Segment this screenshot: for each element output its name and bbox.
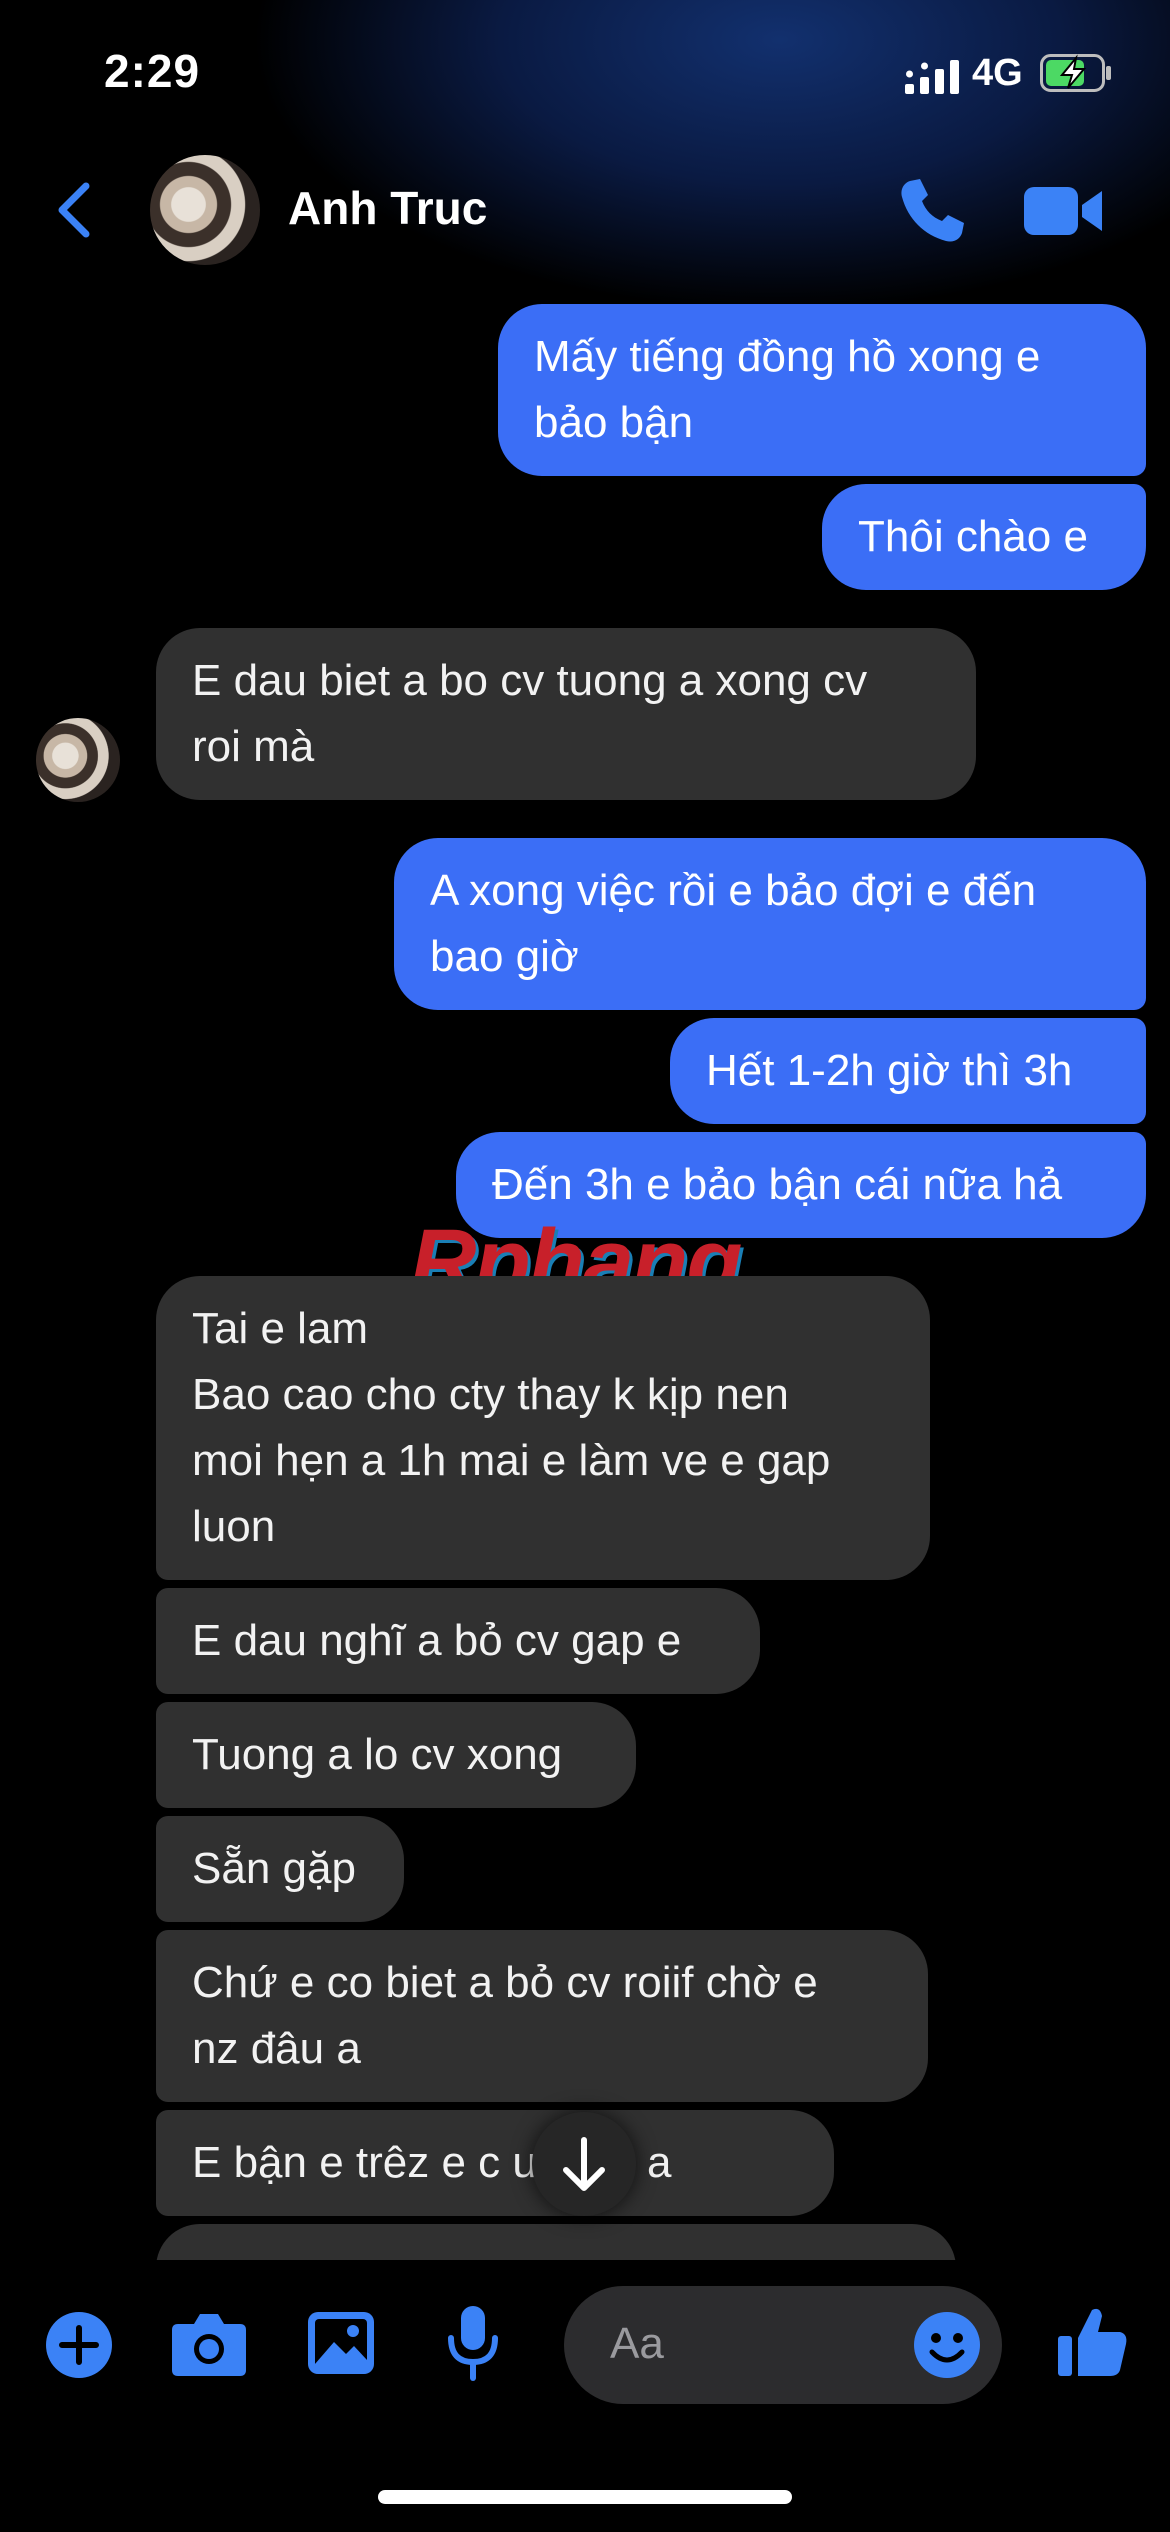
- back-arrow-icon[interactable]: [50, 180, 100, 240]
- message-input-placeholder: Aa: [610, 2319, 664, 2368]
- home-indicator: [378, 2490, 792, 2504]
- status-bar: 2:29 4G: [0, 0, 1170, 140]
- message-bubble-incoming[interactable]: Tai e lam Bao cao cho cty thay k kịp nen…: [156, 1276, 930, 1580]
- battery-charging-icon: [1040, 54, 1111, 92]
- message-bubble-outgoing[interactable]: Hết 1-2h giờ thì 3h: [670, 1018, 1146, 1124]
- scroll-to-bottom-button[interactable]: [532, 2112, 636, 2216]
- message-bubble-outgoing[interactable]: Thôi chào e: [822, 484, 1146, 590]
- sender-avatar[interactable]: [36, 718, 120, 802]
- message-bubble-incoming[interactable]: E dau biet a bo cv tuong a xong cv roi m…: [156, 628, 976, 800]
- arrow-down-icon: [563, 2137, 605, 2191]
- plus-icon[interactable]: [44, 2310, 114, 2380]
- camera-icon[interactable]: [170, 2308, 248, 2378]
- message-bubble-outgoing[interactable]: A xong việc rồi e bảo đợi e đến bao giờ: [394, 838, 1146, 1010]
- message-bubble-incoming[interactable]: Sẵn gặp: [156, 1816, 404, 1922]
- message-bubble-incoming[interactable]: E dau nghĩ a bỏ cv gap e: [156, 1588, 760, 1694]
- emoji-icon[interactable]: [912, 2310, 982, 2380]
- status-time: 2:29: [104, 45, 201, 97]
- thumbs-up-icon[interactable]: [1056, 2304, 1128, 2380]
- message-input[interactable]: Aa: [564, 2286, 1002, 2404]
- message-bubble-outgoing[interactable]: Mấy tiếng đồng hồ xong e bảo bận: [498, 304, 1146, 476]
- phone-call-icon[interactable]: [896, 175, 968, 247]
- microphone-icon[interactable]: [446, 2304, 500, 2382]
- message-bubble-incoming[interactable]: Chứ e co biet a bỏ cv roiif chờ e nz đâu…: [156, 1930, 928, 2102]
- contact-avatar[interactable]: [150, 155, 260, 265]
- video-call-icon[interactable]: [1022, 181, 1104, 241]
- cellular-signal-icon: [905, 60, 959, 94]
- contact-name[interactable]: Anh Truc: [288, 181, 487, 235]
- chat-header: Anh Truc: [0, 145, 1170, 275]
- message-bubble-incoming[interactable]: E bận e trêz e c ut báo a: [156, 2110, 834, 2216]
- gallery-icon[interactable]: [306, 2308, 376, 2378]
- message-bubble-incoming[interactable]: Tuong a lo cv xong: [156, 1702, 636, 1808]
- network-type: 4G: [972, 52, 1023, 94]
